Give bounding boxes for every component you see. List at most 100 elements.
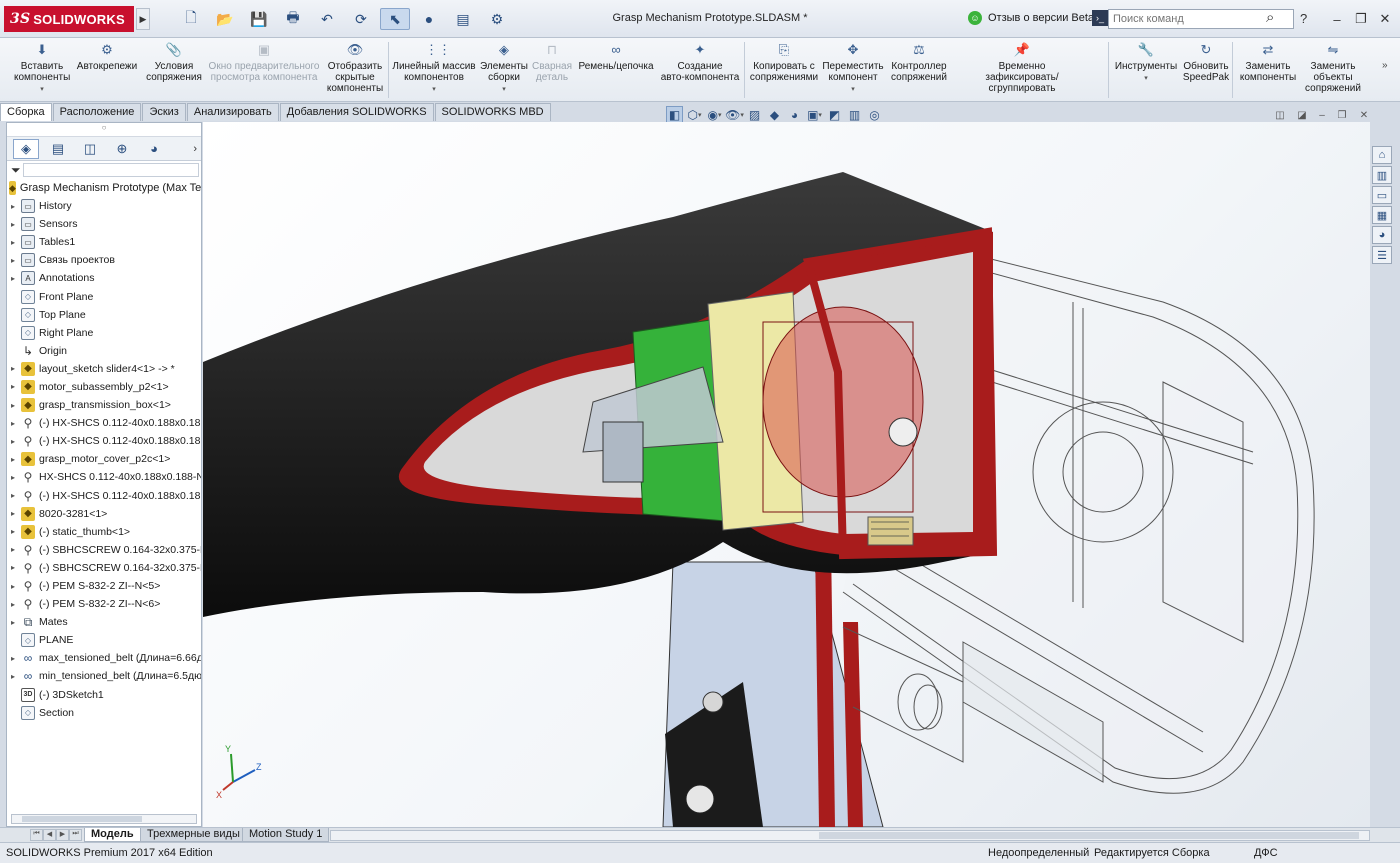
help-button[interactable]: ? [1300, 11, 1307, 26]
panel-more-icon[interactable]: › [193, 143, 197, 155]
tree-item[interactable]: ▸ ∞ min_tensioned_belt (Длина=6.5дюйм) [7, 667, 201, 685]
unit-system[interactable]: ДФС [1254, 847, 1278, 859]
file-explorer-icon[interactable]: ▭ [1372, 186, 1392, 204]
expand-icon[interactable]: ▸ [7, 618, 19, 627]
dimxpert-tab-icon[interactable]: ⊕ [109, 139, 135, 159]
feature-manager-tab-icon[interactable]: ◈ [13, 138, 39, 159]
prev-tab-icon[interactable]: ◀ [43, 829, 56, 841]
tab-motion-study[interactable]: Motion Study 1 [242, 828, 330, 842]
chevron-down-icon[interactable]: ▾ [478, 84, 530, 95]
command-12[interactable]: ⚖ Контроллер сопряжений [888, 42, 950, 83]
expand-icon[interactable]: ▸ [7, 220, 19, 229]
appearances-icon[interactable]: ◕ [1372, 226, 1392, 244]
expand-icon[interactable]: ▸ [7, 364, 19, 373]
scrollbar-thumb[interactable] [22, 816, 142, 822]
expand-icon[interactable]: ▸ [7, 256, 19, 265]
tree-item[interactable]: ↳ Origin [7, 342, 201, 360]
expand-icon[interactable]: ▸ [7, 238, 19, 247]
save-icon[interactable]: 💾 [244, 8, 274, 30]
expand-icon[interactable]: ▸ [7, 509, 19, 518]
filter-icon[interactable]: ⏷ [11, 163, 21, 178]
expand-icon[interactable]: ▸ [7, 582, 19, 591]
viewport-minimize-icon[interactable]: – [1314, 108, 1330, 122]
realview-icon[interactable]: ◎ [866, 106, 883, 123]
tree-item[interactable]: ◇ Top Plane [7, 306, 201, 324]
command-14[interactable]: 🔧 Инструменты ▾ [1114, 42, 1178, 84]
traffic-light-icon[interactable]: ● [414, 8, 444, 30]
expand-icon[interactable]: ▸ [7, 563, 19, 572]
expand-icon[interactable]: ▸ [7, 401, 19, 410]
command-9[interactable]: ✦ Создание авто-компонента [658, 42, 742, 83]
command-0[interactable]: ⬇ Вставить компоненты ▾ [14, 42, 70, 95]
viewport-split-icon[interactable]: ◫ [1272, 108, 1288, 122]
viewport-restore-icon[interactable]: ◪ [1294, 108, 1310, 122]
command-8[interactable]: ∞ Ремень/цепочка [576, 42, 656, 72]
model-view[interactable]: Y Z X [203, 122, 1370, 827]
panel-grip-icon[interactable]: ○ [7, 123, 201, 137]
tree-item[interactable]: ▸ ▭ Tables1 [7, 233, 201, 251]
tree-item[interactable]: ◇ Section [7, 704, 201, 722]
display-style-icon[interactable]: ◉ ▾ [706, 106, 723, 123]
tree-item[interactable]: ◇ Right Plane [7, 324, 201, 342]
expand-icon[interactable]: ▸ [7, 419, 19, 428]
tree-item[interactable]: ◇ Front Plane [7, 287, 201, 305]
design-library-icon[interactable]: ▥ [1372, 166, 1392, 184]
tree-item[interactable]: ▸ ◆ layout_sketch slider4<1> -> * [7, 360, 201, 378]
expand-icon[interactable]: ▸ [7, 527, 19, 536]
command-2[interactable]: 📎 Условия сопряжения [144, 42, 204, 83]
tree-item[interactable]: ◇ PLANE [7, 631, 201, 649]
chevron-down-icon[interactable]: ▾ [820, 84, 886, 95]
expand-icon[interactable]: ▸ [7, 437, 19, 446]
expand-icon[interactable]: ▸ [7, 491, 19, 500]
expand-icon[interactable]: ▸ [7, 545, 19, 554]
property-manager-tab-icon[interactable]: ▤ [45, 139, 71, 159]
command-17[interactable]: ⇋ Заменить объекты сопряжений [1300, 42, 1366, 94]
viewport-horizontal-scrollbar[interactable] [330, 830, 1370, 841]
tab-4[interactable]: Добавления SOLIDWORKS [279, 103, 434, 121]
appearance-icon[interactable]: ◆ [766, 106, 783, 123]
shaded-icon[interactable]: ▥ [846, 106, 863, 123]
expand-icon[interactable]: ▸ [7, 202, 19, 211]
tree-root[interactable]: ◆ Grasp Mechanism Prototype (Max Tension… [7, 179, 201, 197]
tree-item[interactable]: ▸ ▭ History [7, 197, 201, 215]
tree-item[interactable]: ▸ ⧉ Mates [7, 613, 201, 631]
configuration-manager-tab-icon[interactable]: ◫ [77, 139, 103, 159]
menu-expand-icon[interactable]: ▶ [136, 8, 150, 30]
minimize-button[interactable]: – [1328, 10, 1346, 28]
expand-icon[interactable]: ▸ [7, 654, 19, 663]
beta-feedback-button[interactable]: ☺ Отзыв о версии Beta [968, 11, 1094, 25]
chevron-down-icon[interactable]: ▾ [1114, 73, 1178, 84]
command-15[interactable]: ↻ Обновить SpeedPak [1180, 42, 1232, 83]
tab-3[interactable]: Анализировать [186, 103, 279, 121]
tab-5[interactable]: SOLIDWORKS MBD [434, 103, 551, 121]
command-10[interactable]: ⎘ Копировать с сопряжениями [748, 42, 820, 83]
maximize-button[interactable]: ❐ [1352, 10, 1370, 28]
tree-item[interactable]: ▸ ◆ grasp_motor_cover_p2c<1> [7, 450, 201, 468]
expand-icon[interactable]: ▸ [7, 672, 19, 681]
scrollbar-thumb[interactable] [819, 832, 1359, 839]
tree-item[interactable]: ▸ ⚲ HX-SHCS 0.112-40x0.188x0.188-N<8> [7, 468, 201, 486]
last-tab-icon[interactable]: ⏭ [69, 829, 82, 841]
hide-show-icon[interactable]: 👁 ▾ [725, 106, 744, 123]
tree-item[interactable]: ▸ ⚲ (-) HX-SHCS 0.112-40x0.188x0.188-N<1> [7, 414, 201, 432]
panel-horizontal-scrollbar[interactable] [11, 814, 197, 824]
command-11[interactable]: ✥ Переместить компонент ▾ [820, 42, 886, 95]
tree-filter-input[interactable] [22, 163, 199, 177]
tree-item[interactable]: ▸ ▭ Sensors [7, 215, 201, 233]
rebuild-icon[interactable]: ⟳ [346, 8, 376, 30]
command-4[interactable]: 👁 Отобразить скрытые компоненты [324, 42, 386, 94]
tab-3d-views[interactable]: Трехмерные виды [140, 828, 247, 842]
tree-item[interactable]: ▸ ⚲ (-) PEM S-832-2 ZI--N<6> [7, 595, 201, 613]
tab-0[interactable]: Сборка [0, 103, 52, 121]
open-file-icon[interactable]: 📂 [210, 8, 240, 30]
expand-icon[interactable]: ▸ [7, 274, 19, 283]
view-palette-icon[interactable]: ▦ [1372, 206, 1392, 224]
tree-item[interactable]: ▸ ◆ 8020-3281<1> [7, 505, 201, 523]
tree-item[interactable]: ▸ ▭ Связь проектов [7, 251, 201, 269]
chevron-down-icon[interactable]: ▾ [14, 84, 70, 95]
select-icon[interactable]: ⬉ [380, 8, 410, 30]
close-button[interactable]: ✕ [1376, 10, 1394, 28]
expand-icon[interactable]: ▸ [7, 600, 19, 609]
render-tools-icon[interactable]: ▣ ▾ [806, 106, 823, 123]
chevron-down-icon[interactable]: ▾ [392, 84, 476, 95]
